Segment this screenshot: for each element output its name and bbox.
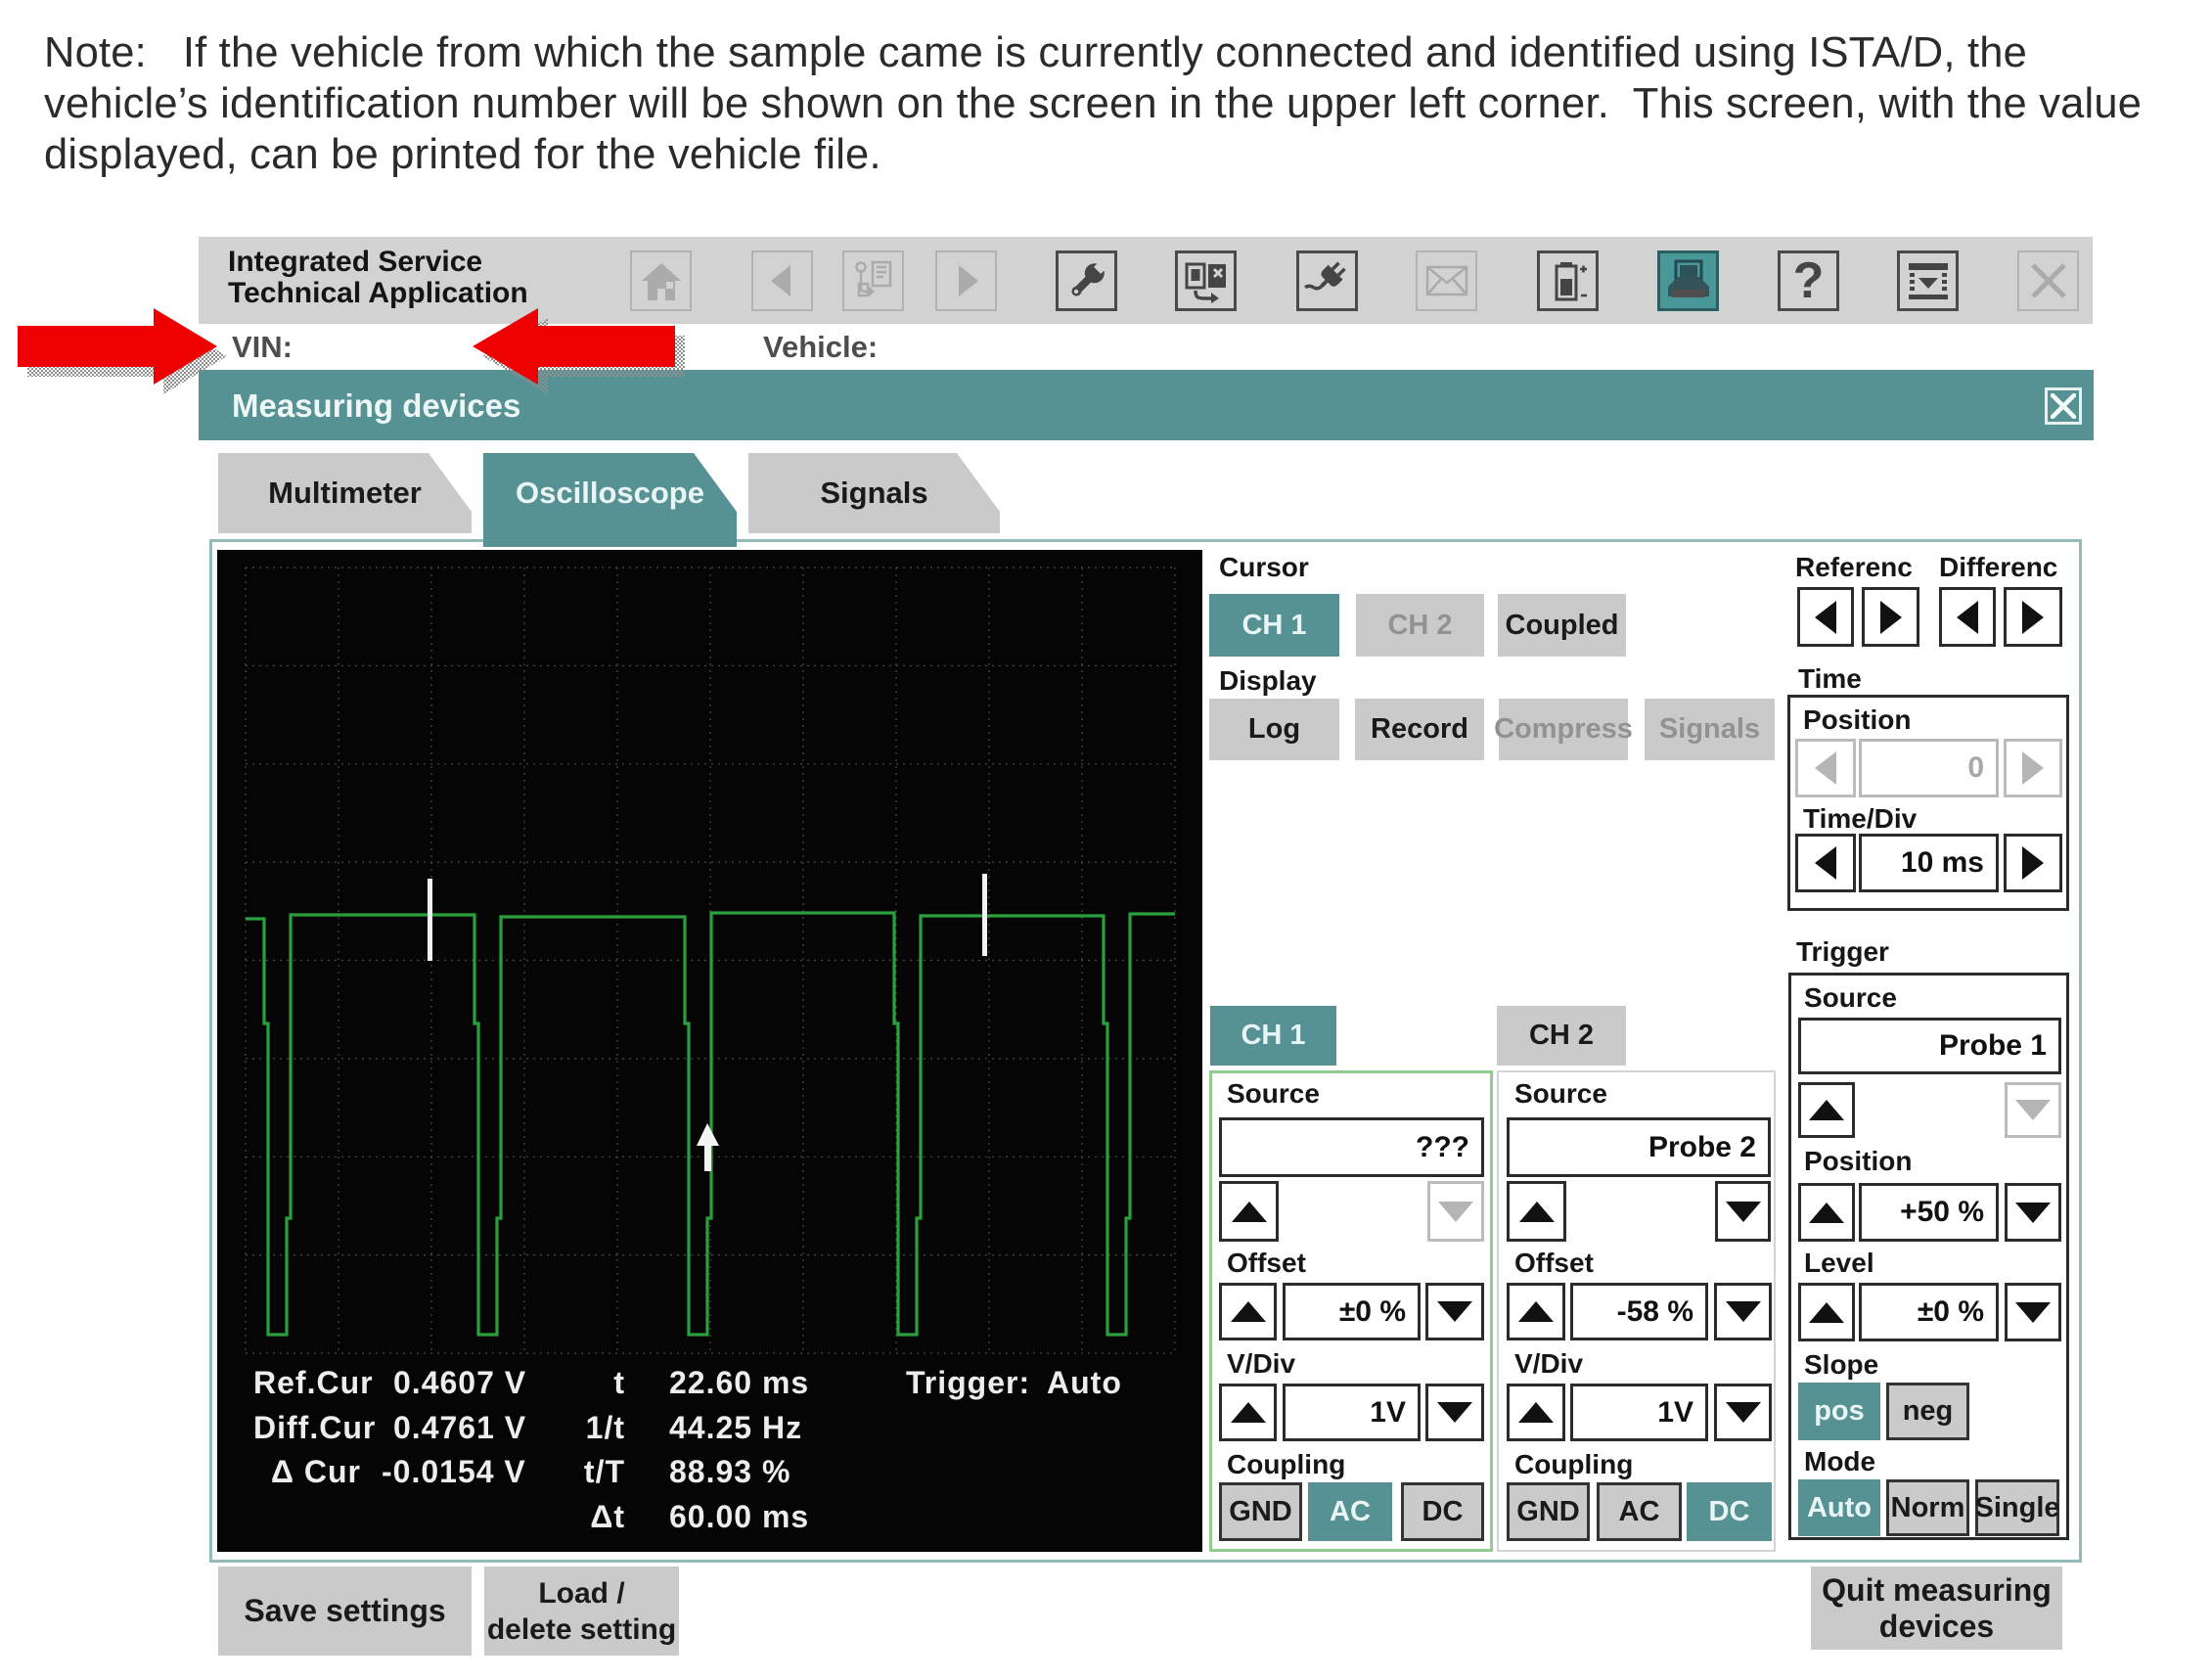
svg-text:22.60 ms: 22.60 ms [669,1365,809,1400]
svg-text:-0.0154 V: -0.0154 V [382,1454,526,1489]
svg-text:44.25 Hz: 44.25 Hz [669,1410,802,1445]
svg-text:1/t: 1/t [586,1410,625,1445]
svg-text:0.4761 V: 0.4761 V [393,1410,526,1445]
svg-text:Auto: Auto [1047,1365,1122,1400]
svg-text:t: t [613,1365,625,1400]
svg-text:88.93 %: 88.93 % [669,1454,790,1489]
svg-text:60.00 ms: 60.00 ms [669,1499,809,1534]
svg-text:Δt: Δt [590,1499,625,1534]
svg-text:0.4607 V: 0.4607 V [393,1365,526,1400]
svg-text:Diff.Cur: Diff.Cur [253,1410,376,1445]
svg-text:t/T: t/T [584,1454,625,1489]
svg-text:Trigger:: Trigger: [906,1365,1030,1400]
svg-text:Δ Cur: Δ Cur [271,1454,361,1489]
svg-text:Ref.Cur: Ref.Cur [253,1365,374,1400]
